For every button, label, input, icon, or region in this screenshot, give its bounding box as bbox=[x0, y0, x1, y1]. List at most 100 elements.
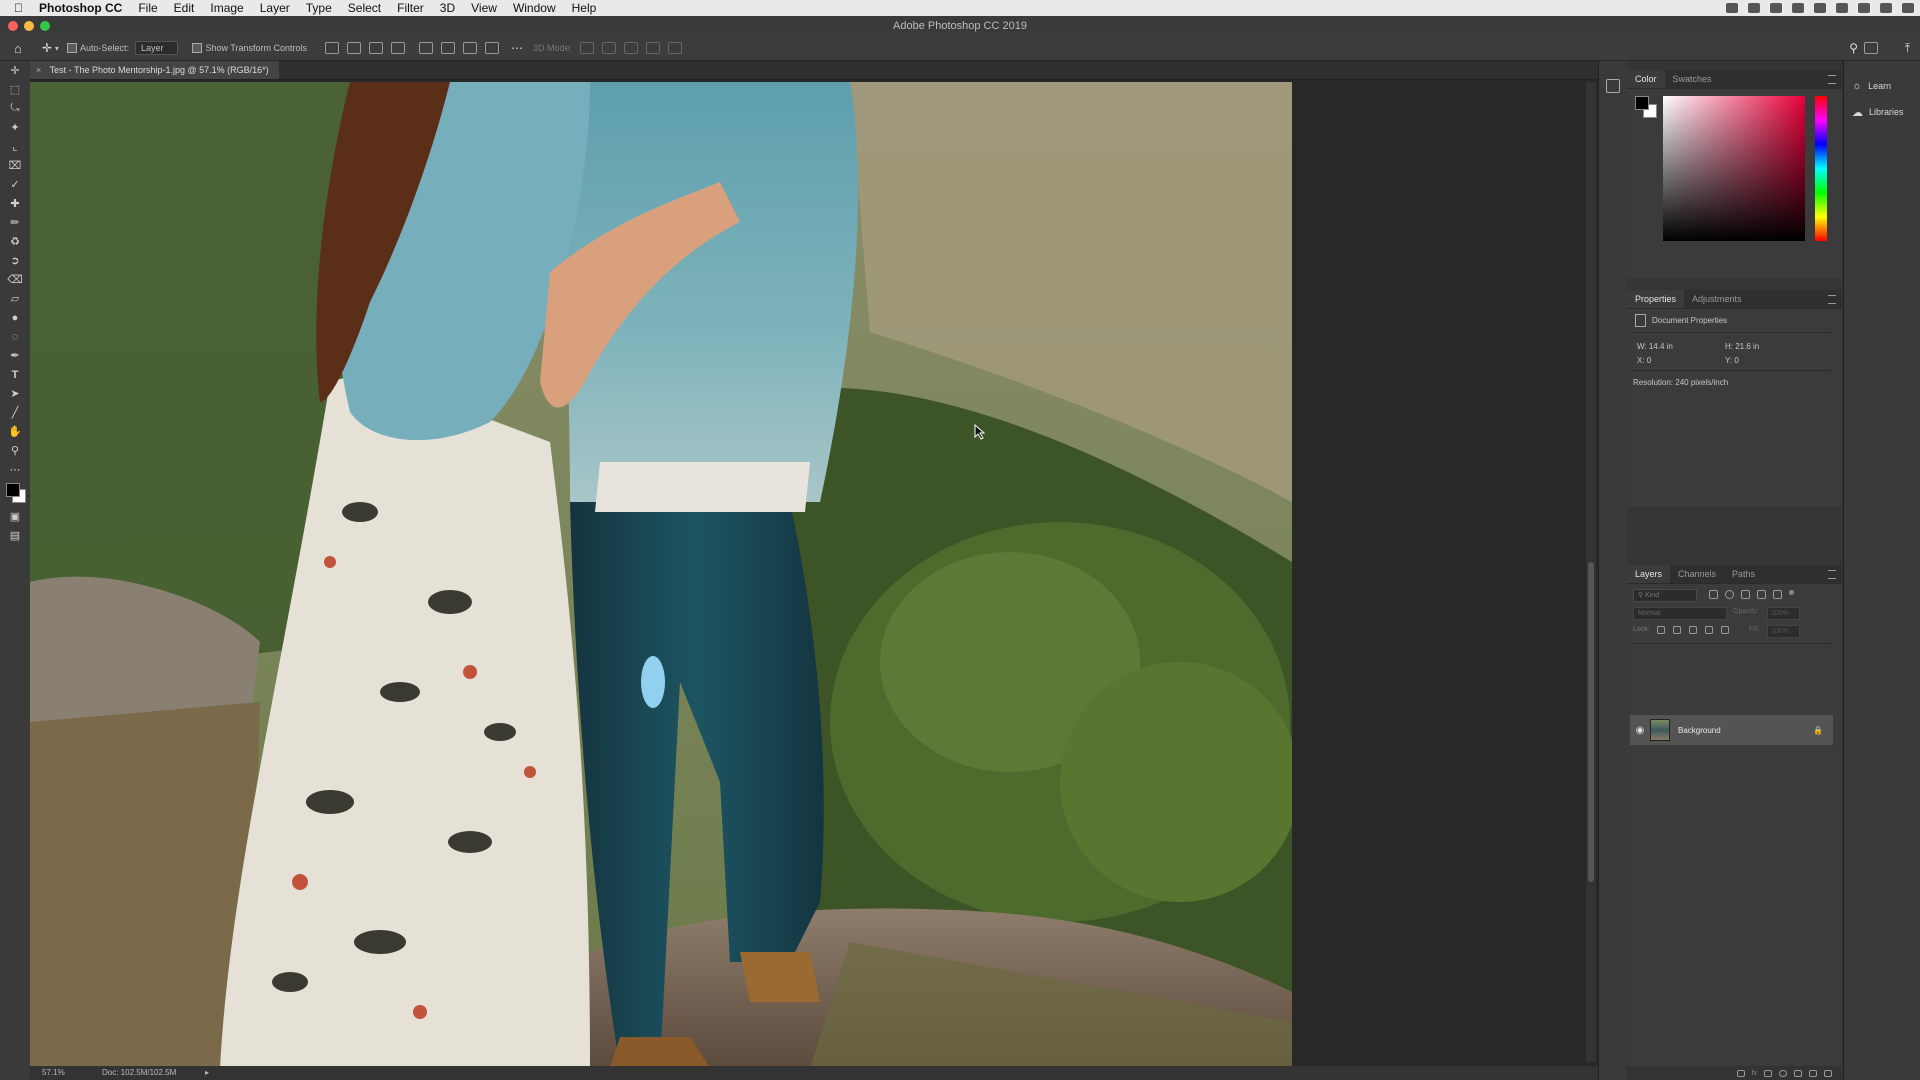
zoom-level[interactable]: 57.1% bbox=[42, 1066, 65, 1080]
auto-select-checkbox[interactable] bbox=[66, 43, 77, 53]
volume-icon[interactable] bbox=[1814, 3, 1826, 13]
close-window-button[interactable] bbox=[8, 21, 18, 31]
user-icon[interactable] bbox=[1858, 3, 1870, 13]
show-transform-checkbox[interactable] bbox=[192, 43, 203, 53]
document-image[interactable] bbox=[30, 82, 1292, 1068]
zoom-tool-icon[interactable]: ⚲ bbox=[0, 441, 30, 460]
hue-slider[interactable] bbox=[1815, 96, 1827, 241]
zoom-window-button[interactable] bbox=[40, 21, 50, 31]
lock-position-icon[interactable] bbox=[1689, 626, 1697, 634]
menu-window[interactable]: Window bbox=[505, 0, 564, 16]
vertical-scrollbar[interactable] bbox=[1586, 82, 1596, 1062]
panel-menu-icon[interactable] bbox=[1828, 570, 1836, 579]
align-bottom-icon[interactable] bbox=[463, 42, 478, 54]
distribute-vertical-icon[interactable] bbox=[485, 42, 500, 54]
blend-mode-dropdown[interactable]: Normal bbox=[1633, 607, 1727, 620]
dodge-tool-icon[interactable]: ◌ bbox=[0, 327, 30, 346]
layer-name[interactable]: Background bbox=[1678, 726, 1721, 735]
libraries-panel-button[interactable]: ☁ Libraries bbox=[1844, 99, 1920, 125]
lock-image-icon[interactable] bbox=[1673, 626, 1681, 634]
3d-roll-icon[interactable] bbox=[602, 42, 617, 54]
menu-image[interactable]: Image bbox=[202, 0, 251, 16]
menu-type[interactable]: Type bbox=[298, 0, 340, 16]
more-options-icon[interactable]: ⋯ bbox=[511, 41, 523, 55]
clone-stamp-tool-icon[interactable]: ♻ bbox=[0, 232, 30, 251]
crop-tool-icon[interactable]: ⌞ bbox=[0, 137, 30, 156]
link-layers-icon[interactable] bbox=[1736, 1069, 1745, 1077]
new-group-icon[interactable] bbox=[1794, 1069, 1802, 1077]
layer-filter-kind[interactable]: ⚲ Kind bbox=[1633, 589, 1697, 602]
line-tool-icon[interactable]: ╱ bbox=[0, 403, 30, 422]
new-layer-icon[interactable] bbox=[1809, 1069, 1817, 1077]
foreground-color-swatch[interactable] bbox=[1635, 96, 1649, 110]
tab-color[interactable]: Color bbox=[1627, 70, 1665, 88]
width-value[interactable]: W: 14.4 in bbox=[1637, 342, 1673, 351]
move-tool-icon[interactable]: ✛ bbox=[42, 41, 52, 55]
eye-icon[interactable]: ◉ bbox=[1630, 725, 1650, 736]
fx-icon[interactable]: fx bbox=[1752, 1070, 1757, 1077]
type-filter-icon[interactable] bbox=[1741, 590, 1750, 599]
blur-tool-icon[interactable]: ● bbox=[0, 308, 30, 327]
learn-panel-button[interactable]: ☼ Learn bbox=[1844, 73, 1920, 99]
lock-artboard-icon[interactable] bbox=[1705, 626, 1713, 634]
marquee-tool-icon[interactable]: ⬚ bbox=[0, 80, 30, 99]
add-mask-icon[interactable] bbox=[1764, 1069, 1772, 1077]
paint-bucket-tool-icon[interactable]: ▱ bbox=[0, 289, 30, 308]
cc-icon[interactable] bbox=[1770, 3, 1782, 13]
y-value[interactable]: Y: 0 bbox=[1725, 356, 1739, 365]
new-adjustment-icon[interactable] bbox=[1779, 1069, 1787, 1077]
layer-row-background[interactable]: ◉ Background 🔒 bbox=[1630, 715, 1833, 745]
menu-layer[interactable]: Layer bbox=[252, 0, 298, 16]
x-value[interactable]: X: 0 bbox=[1637, 356, 1651, 365]
status-arrow-icon[interactable]: ▸ bbox=[205, 1066, 209, 1080]
history-brush-tool-icon[interactable]: ➲ bbox=[0, 251, 30, 270]
3d-pan-icon[interactable] bbox=[624, 42, 639, 54]
brush-tool-icon[interactable]: ✏ bbox=[0, 213, 30, 232]
3d-rotate-icon[interactable] bbox=[580, 42, 595, 54]
workspace-icon[interactable] bbox=[1864, 42, 1878, 54]
tab-paths[interactable]: Paths bbox=[1724, 565, 1763, 583]
move-tool-icon[interactable]: ✛ bbox=[0, 61, 30, 80]
filter-toggle-icon[interactable] bbox=[1789, 590, 1794, 595]
eyedropper-tool-icon[interactable]: ✓ bbox=[0, 175, 30, 194]
more-tools-icon[interactable]: ⋯ bbox=[0, 460, 30, 479]
panel-menu-icon[interactable] bbox=[1828, 295, 1836, 304]
tab-channels[interactable]: Channels bbox=[1670, 565, 1724, 583]
align-middle-icon[interactable] bbox=[441, 42, 456, 54]
wifi-icon[interactable] bbox=[1792, 3, 1804, 13]
frame-tool-icon[interactable]: ⌧ bbox=[0, 156, 30, 175]
tab-properties[interactable]: Properties bbox=[1627, 290, 1685, 308]
menu-3d[interactable]: 3D bbox=[432, 0, 463, 16]
menu-help[interactable]: Help bbox=[564, 0, 605, 16]
hand-tool-icon[interactable]: ✋ bbox=[0, 422, 30, 441]
adobe-icon[interactable] bbox=[1726, 3, 1738, 13]
pen-tool-icon[interactable]: ✒ bbox=[0, 346, 30, 365]
panel-menu-icon[interactable] bbox=[1828, 75, 1836, 84]
menu-view[interactable]: View bbox=[463, 0, 505, 16]
tab-layers[interactable]: Layers bbox=[1627, 565, 1671, 583]
color-picker-field[interactable] bbox=[1663, 96, 1805, 241]
lasso-tool-icon[interactable]: ⤿ bbox=[0, 99, 30, 118]
chevron-down-icon[interactable]: ▾ bbox=[55, 44, 59, 53]
menu-photoshop[interactable]: Photoshop CC bbox=[31, 0, 130, 16]
quick-select-tool-icon[interactable]: ✦ bbox=[0, 118, 30, 137]
history-panel-icon[interactable] bbox=[1606, 79, 1620, 93]
apple-icon[interactable]:  bbox=[0, 0, 31, 16]
delete-layer-icon[interactable] bbox=[1824, 1069, 1832, 1077]
auto-select-dropdown[interactable]: Layer bbox=[134, 41, 179, 55]
eraser-tool-icon[interactable]: ⌫ bbox=[0, 270, 30, 289]
tab-swatches[interactable]: Swatches bbox=[1665, 70, 1720, 88]
height-value[interactable]: H: 21.6 in bbox=[1725, 342, 1759, 351]
share-icon[interactable]: ⤒ bbox=[1905, 41, 1910, 56]
path-selection-tool-icon[interactable]: ➤ bbox=[0, 384, 30, 403]
3d-scale-icon[interactable] bbox=[668, 42, 683, 54]
smart-object-filter-icon[interactable] bbox=[1773, 590, 1782, 599]
screen-icon[interactable] bbox=[1748, 3, 1760, 13]
align-right-icon[interactable] bbox=[369, 42, 384, 54]
search-icon[interactable]: ⚲ bbox=[1849, 41, 1858, 55]
menu-edit[interactable]: Edit bbox=[166, 0, 203, 16]
screen-mode-icon[interactable]: ▤ bbox=[0, 526, 30, 545]
foreground-color-swatch[interactable] bbox=[6, 483, 20, 497]
fill-field[interactable]: 100% bbox=[1767, 625, 1800, 638]
shape-filter-icon[interactable] bbox=[1757, 590, 1766, 599]
